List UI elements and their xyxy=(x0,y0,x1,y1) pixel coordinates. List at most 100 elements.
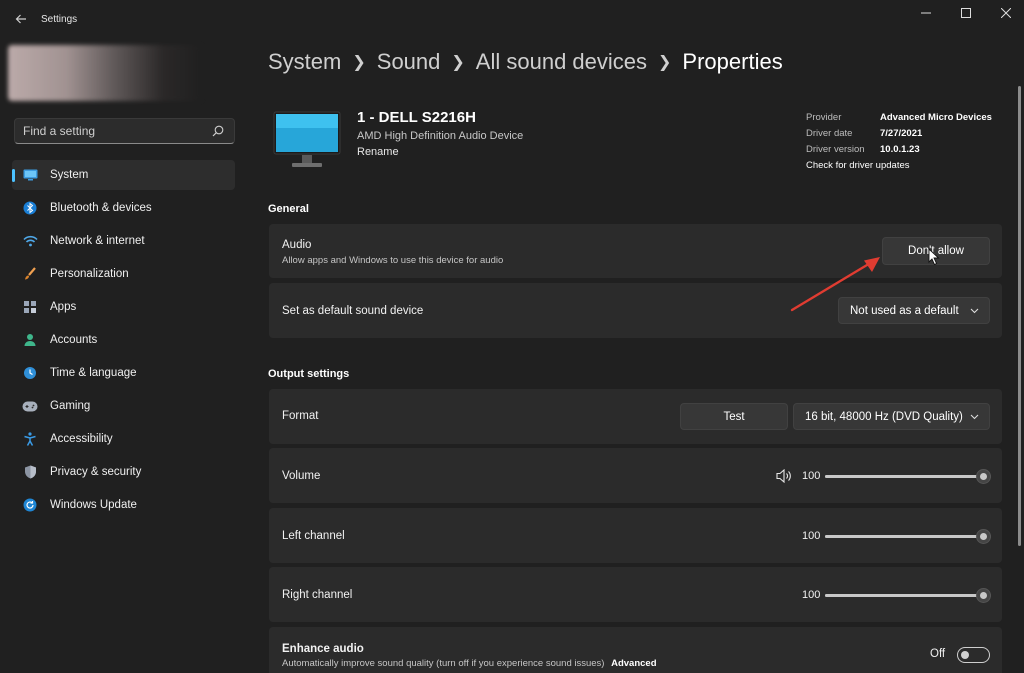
shield-icon xyxy=(24,465,36,479)
driver-version-label: Driver version xyxy=(806,144,865,155)
sidebar-item-label: Windows Update xyxy=(50,499,137,511)
sidebar-item-bluetooth[interactable]: Bluetooth & devices xyxy=(12,193,235,223)
volume-title: Volume xyxy=(282,470,321,482)
right-channel-slider[interactable] xyxy=(825,588,991,603)
speaker-icon[interactable] xyxy=(776,469,792,483)
apps-icon xyxy=(24,301,36,313)
sidebar-item-apps[interactable]: Apps xyxy=(12,292,235,322)
sidebar-item-windows-update[interactable]: Windows Update xyxy=(12,490,235,520)
volume-slider[interactable] xyxy=(825,469,991,484)
left-channel-slider[interactable] xyxy=(825,529,991,544)
format-value: 16 bit, 48000 Hz (DVD Quality) xyxy=(805,410,963,423)
sidebar-item-label: Bluetooth & devices xyxy=(50,202,152,214)
sidebar-nav: System Bluetooth & devices Network & int… xyxy=(12,160,235,523)
title-bar: Settings xyxy=(0,0,1024,40)
search-box[interactable] xyxy=(14,118,235,144)
breadcrumb: System ❯ Sound ❯ All sound devices ❯ Pro… xyxy=(268,47,783,77)
breadcrumb-sound[interactable]: Sound xyxy=(377,49,441,75)
slider-fill xyxy=(825,594,984,597)
chevron-down-icon xyxy=(970,414,979,420)
slider-thumb[interactable] xyxy=(976,529,991,544)
enhance-audio-subtitle-row: Automatically improve sound quality (tur… xyxy=(282,658,657,669)
audio-title: Audio xyxy=(282,239,312,251)
enhance-audio-state: Off xyxy=(930,648,946,660)
arrow-left-icon xyxy=(15,14,26,24)
test-button[interactable]: Test xyxy=(680,403,788,430)
breadcrumb-all-sound-devices[interactable]: All sound devices xyxy=(476,49,647,75)
left-channel-value: 100 xyxy=(802,530,821,542)
scrollbar[interactable] xyxy=(1018,86,1021,546)
sidebar-item-gaming[interactable]: Gaming xyxy=(12,391,235,421)
left-channel-title: Left channel xyxy=(282,530,345,542)
chevron-right-icon: ❯ xyxy=(451,54,465,71)
globe-clock-icon xyxy=(24,367,36,379)
general-section-title: General xyxy=(268,203,309,215)
format-card: Format Test 16 bit, 48000 Hz (DVD Qualit… xyxy=(269,389,1002,444)
sidebar-item-accessibility[interactable]: Accessibility xyxy=(12,424,235,454)
device-description: AMD High Definition Audio Device xyxy=(357,130,524,142)
sidebar-item-label: Time & language xyxy=(50,367,137,379)
slider-thumb[interactable] xyxy=(976,469,991,484)
app-title: Settings xyxy=(41,14,78,25)
mouse-cursor-icon xyxy=(928,248,940,266)
output-section-title: Output settings xyxy=(268,368,350,380)
provider-label: Provider xyxy=(806,112,842,123)
search-icon[interactable] xyxy=(212,125,224,137)
sidebar-item-time-language[interactable]: Time & language xyxy=(12,358,235,388)
breadcrumb-system[interactable]: System xyxy=(268,49,341,75)
maximize-button[interactable] xyxy=(948,4,984,24)
wifi-icon xyxy=(22,235,38,247)
chevron-down-icon xyxy=(970,308,979,314)
volume-card: Volume 100 xyxy=(269,448,1002,503)
right-channel-card: Right channel 100 xyxy=(269,567,1002,622)
sidebar-item-privacy[interactable]: Privacy & security xyxy=(12,457,235,487)
rename-link[interactable]: Rename xyxy=(357,146,399,158)
slider-thumb[interactable] xyxy=(976,588,991,603)
chevron-right-icon: ❯ xyxy=(352,54,366,71)
default-device-card: Set as default sound device Not used as … xyxy=(269,283,1002,338)
accessibility-icon xyxy=(24,432,36,446)
minimize-icon xyxy=(921,12,931,14)
right-channel-value: 100 xyxy=(802,589,821,601)
update-icon xyxy=(23,498,37,512)
back-button[interactable] xyxy=(10,8,32,30)
enhance-audio-toggle[interactable] xyxy=(957,647,990,663)
volume-value: 100 xyxy=(802,470,821,482)
avatar[interactable] xyxy=(8,45,202,101)
sidebar: System Bluetooth & devices Network & int… xyxy=(0,40,250,673)
driver-version-value: 10.0.1.23 xyxy=(880,144,920,155)
right-channel-title: Right channel xyxy=(282,589,353,601)
monitor-icon xyxy=(23,169,37,181)
driver-date-label: Driver date xyxy=(806,128,853,139)
sidebar-item-label: Apps xyxy=(50,301,77,313)
sidebar-item-network[interactable]: Network & internet xyxy=(12,226,235,256)
toggle-knob xyxy=(961,651,969,659)
audio-card: Audio Allow apps and Windows to use this… xyxy=(269,224,1002,278)
search-input[interactable] xyxy=(23,119,203,143)
sidebar-item-label: System xyxy=(50,169,89,181)
sidebar-item-label: Privacy & security xyxy=(50,466,142,478)
provider-value: Advanced Micro Devices xyxy=(880,112,992,123)
enhance-audio-title: Enhance audio xyxy=(282,643,364,655)
minimize-button[interactable] xyxy=(908,4,944,24)
close-icon xyxy=(1000,7,1012,19)
close-button[interactable] xyxy=(988,4,1024,24)
sidebar-item-label: Accessibility xyxy=(50,433,113,445)
sidebar-item-accounts[interactable]: Accounts xyxy=(12,325,235,355)
gamepad-icon xyxy=(22,401,38,411)
display-device-icon xyxy=(273,111,341,167)
bluetooth-icon xyxy=(23,201,37,215)
left-channel-card: Left channel 100 xyxy=(269,508,1002,563)
advanced-link[interactable]: Advanced xyxy=(611,658,656,669)
driver-date-value: 7/27/2021 xyxy=(880,128,923,139)
sidebar-item-label: Network & internet xyxy=(50,235,145,247)
sidebar-item-personalization[interactable]: Personalization xyxy=(12,259,235,289)
sidebar-item-system[interactable]: System xyxy=(12,160,235,190)
chevron-right-icon: ❯ xyxy=(658,54,672,71)
format-dropdown[interactable]: 16 bit, 48000 Hz (DVD Quality) xyxy=(793,403,990,430)
check-driver-updates-link[interactable]: Check for driver updates xyxy=(806,160,910,176)
sidebar-item-label: Gaming xyxy=(50,400,91,412)
default-device-title: Set as default sound device xyxy=(282,305,424,317)
maximize-icon xyxy=(961,8,971,18)
annotation-arrow-icon xyxy=(790,257,880,312)
